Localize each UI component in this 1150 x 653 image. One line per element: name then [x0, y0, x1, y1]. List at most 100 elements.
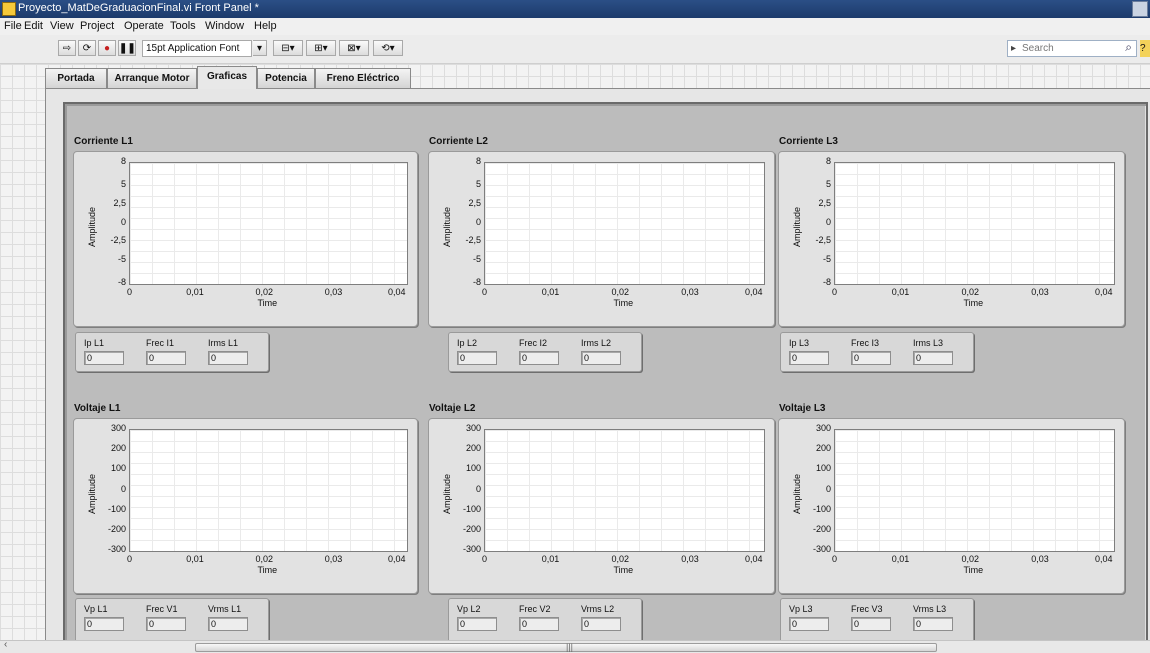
y-tick-label: -8: [822, 277, 831, 287]
voltage-l3-plot-area[interactable]: [834, 429, 1115, 552]
x-tick-label: 0,03: [324, 554, 343, 564]
rms-indicator-label: Irms L1: [208, 338, 239, 348]
current-l1-waveform-graph[interactable]: 8 5 2,5 0 -2,5 -5 -8 0 0,01 0,02 0,03 0,04 Time Ampli…: [73, 151, 418, 327]
minimize-button[interactable]: [1132, 1, 1148, 17]
frequency-indicator-label: Frec V2: [519, 604, 551, 614]
x-tick-label: 0,01: [186, 287, 204, 297]
current-l1-title: Corriente L1: [74, 136, 133, 147]
reorder-icon[interactable]: ⟲▾: [373, 40, 403, 56]
voltage-l2-indicator-cluster: Vp L2 0 Frec V2 0 Vrms L2 0: [448, 598, 642, 644]
search-icon[interactable]: ⌕: [1125, 40, 1132, 55]
rms-indicator-value: 0: [208, 351, 248, 365]
x-tick-label: 0,03: [1031, 554, 1049, 564]
peak-indicator-value: 0: [789, 351, 829, 365]
menu-view[interactable]: View: [50, 20, 74, 32]
tab-portada[interactable]: Portada: [45, 68, 107, 88]
font-select[interactable]: 15pt Application Font: [142, 40, 252, 57]
voltage-l3-waveform-graph[interactable]: 300 200 100 0 -100 -200 -300 0 0,01 0,02 0,03 0,04 T…: [778, 418, 1125, 594]
x-tick-label: 0,02: [255, 554, 274, 564]
peak-indicator-value: 0: [84, 617, 124, 631]
current-l1-plot-area[interactable]: [129, 162, 408, 285]
current-l2-plot-area[interactable]: [484, 162, 765, 285]
x-tick-label: 0: [127, 287, 133, 297]
search-scope-arrow-icon[interactable]: ▸: [1011, 41, 1016, 56]
current-l3-waveform-graph[interactable]: 8 5 2,5 0 -2,5 -5 -8 0 0,01 0,02 0,03 0,04 Time Ampli…: [778, 151, 1125, 327]
y-tick-label: 2,5: [818, 197, 831, 208]
voltage-l2-waveform-graph[interactable]: 300 200 100 0 -100 -200 -300 0 0,01 0,02 0,03 0,04 T…: [428, 418, 775, 594]
frequency-indicator-value: 0: [519, 617, 559, 631]
current-l2-indicator-cluster: Ip L2 0 Frec I2 0 Irms L2 0: [448, 332, 642, 372]
search-box[interactable]: ▸ Search ⌕: [1007, 40, 1137, 57]
y-tick-label: 0: [120, 216, 126, 227]
scroll-thumb[interactable]: |||: [195, 642, 937, 652]
window-title: Proyecto_MatDeGraduacionFinal.vi Front P…: [18, 2, 259, 14]
menu-help[interactable]: Help: [254, 20, 277, 32]
frequency-indicator-value: 0: [519, 351, 559, 365]
voltage-l2-plot-area[interactable]: [484, 429, 765, 552]
y-tick-label: 0: [475, 483, 481, 494]
frequency-indicator-value: 0: [851, 351, 891, 365]
menu-operate[interactable]: Operate: [124, 20, 164, 32]
peak-indicator-label: Vp L1: [84, 604, 108, 614]
y-tick-label: 5: [475, 178, 481, 189]
y-tick-label: 300: [815, 423, 831, 433]
frequency-indicator-label: Frec I3: [851, 338, 880, 348]
align-objects-icon[interactable]: ⊟▾: [273, 40, 303, 56]
run-continuously-icon[interactable]: ⟳: [78, 40, 96, 56]
current-l3-plot-area[interactable]: [834, 162, 1115, 285]
menu-tools[interactable]: Tools: [170, 20, 196, 32]
toolbar: ⇨ ⟳ ● ❚❚ 15pt Application Font ▾ ⊟▾ ⊞▾ ⊠…: [0, 35, 1150, 64]
voltage-l1-indicator-cluster: Vp L1 0 Frec V1 0 Vrms L1 0: [75, 598, 269, 644]
y-tick-label: 0: [475, 216, 481, 227]
pause-icon[interactable]: ❚❚: [118, 40, 136, 56]
x-tick-label: 0,01: [891, 554, 910, 564]
help-icon[interactable]: ?: [1140, 40, 1150, 57]
peak-indicator-label: Ip L2: [457, 338, 478, 348]
x-axis-label: Time: [963, 565, 984, 575]
run-arrow-icon[interactable]: ⇨: [58, 40, 76, 56]
current-l3-title: Corriente L3: [779, 136, 838, 147]
y-tick-label: -2,5: [815, 235, 831, 246]
y-tick-label: -100: [462, 503, 481, 514]
x-tick-label: 0: [482, 554, 488, 564]
menu-edit[interactable]: Edit: [24, 20, 43, 32]
tab-graficas[interactable]: Graficas: [197, 66, 257, 89]
y-tick-label: 5: [120, 178, 126, 189]
scroll-grip-icon: |||: [566, 642, 574, 652]
current-l2-waveform-graph[interactable]: 8 5 2,5 0 -2,5 -5 -8 0 0,01 0,02 0,03 0,04 Time Ampli…: [428, 151, 775, 327]
x-axis-label: Time: [257, 298, 278, 308]
y-axis-label: Amplitude: [87, 206, 97, 247]
menu-window[interactable]: Window: [205, 20, 244, 32]
voltage-l3-title: Voltaje L3: [779, 403, 826, 414]
tab-potencia[interactable]: Potencia: [257, 68, 315, 88]
voltage-l1-plot-area[interactable]: [129, 429, 408, 552]
x-tick-label: 0,02: [611, 287, 630, 297]
current-l2-title: Corriente L2: [429, 136, 488, 147]
y-tick-label: -5: [117, 254, 126, 265]
resize-objects-icon[interactable]: ⊠▾: [339, 40, 369, 56]
tab-freno-electrico[interactable]: Freno Eléctrico: [315, 68, 411, 88]
y-tick-label: 300: [465, 423, 481, 433]
scroll-left-arrow-icon[interactable]: ‹: [4, 639, 7, 650]
abort-icon[interactable]: ●: [98, 40, 116, 56]
menu-bar: File Edit View Project Operate Tools Win…: [0, 18, 1150, 35]
x-tick-label: 0,04: [388, 287, 406, 297]
tab-arranque-motor[interactable]: Arranque Motor: [107, 68, 197, 88]
y-axis-label: Amplitude: [792, 206, 802, 247]
y-tick-label: 300: [110, 423, 126, 433]
font-dropdown-chevron-icon[interactable]: ▾: [253, 40, 267, 56]
distribute-objects-icon[interactable]: ⊞▾: [306, 40, 336, 56]
y-tick-label: -2,5: [110, 235, 126, 246]
labview-app-icon: [2, 2, 16, 16]
menu-file[interactable]: File: [4, 20, 22, 32]
menu-project[interactable]: Project: [80, 20, 114, 32]
horizontal-scrollbar[interactable]: ‹ |||: [0, 639, 1150, 653]
y-axis-label: Amplitude: [442, 206, 452, 247]
y-tick-label: 0: [120, 483, 126, 494]
y-axis-label: Amplitude: [87, 473, 97, 514]
y-tick-label: 100: [110, 463, 126, 474]
x-tick-label: 0,03: [681, 554, 699, 564]
voltage-l1-waveform-graph[interactable]: 300 200 100 0 -100 -200 -300 0 0,01 0,02 0,03 0,04 T…: [73, 418, 418, 594]
x-tick-label: 0,02: [255, 287, 274, 297]
y-tick-label: -5: [472, 254, 481, 265]
